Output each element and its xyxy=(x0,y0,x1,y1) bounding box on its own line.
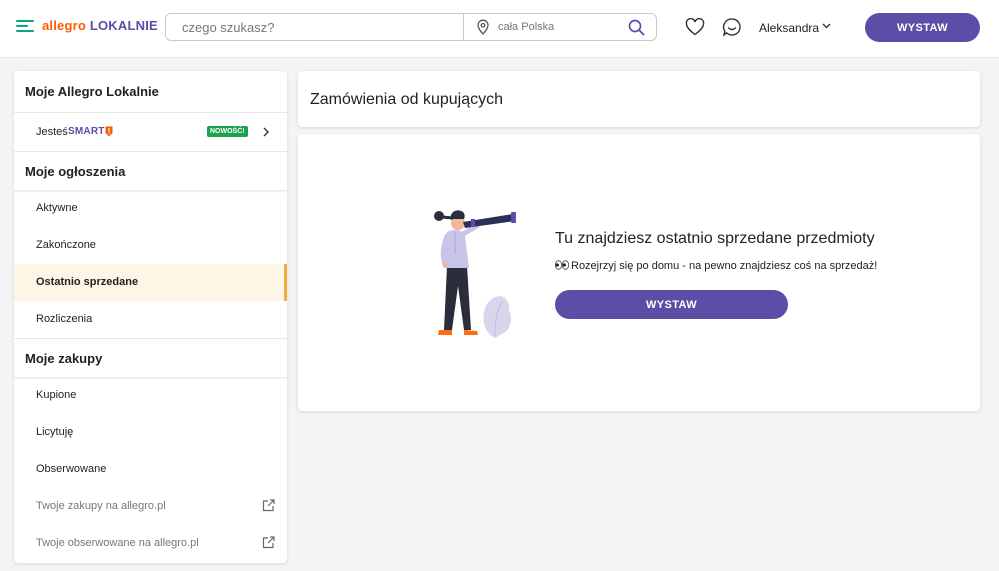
user-menu[interactable]: Aleksandra xyxy=(759,21,819,35)
sidebar-item-allegro-watched[interactable]: Twoje obserwowane na allegro.pl xyxy=(14,525,287,562)
section-title-my-purchases: Moje zakupy xyxy=(25,351,103,366)
message-icon[interactable] xyxy=(722,17,742,37)
sidebar-item-recently-sold[interactable]: Ostatnio sprzedane xyxy=(14,264,287,301)
external-link-icon xyxy=(262,536,275,549)
location-field[interactable]: cała Polska xyxy=(498,21,554,33)
page-title: Zamówienia od kupujących xyxy=(310,91,503,108)
external-link-icon xyxy=(262,499,275,512)
smart-brand: SMART xyxy=(68,126,105,137)
section-title-my-listings: Moje ogłoszenia xyxy=(25,164,126,179)
sidebar-title: Moje Allegro Lokalnie xyxy=(25,84,159,99)
sidebar-item-allegro-purchases[interactable]: Twoje zakupy na allegro.pl xyxy=(14,488,287,525)
sidebar-item-label: Twoje zakupy na allegro.pl xyxy=(36,500,166,512)
empty-state-title: Tu znajdziesz ostatnio sprzedane przedmi… xyxy=(555,230,875,247)
search-input[interactable] xyxy=(166,14,463,40)
sidebar-item-bidding[interactable]: Licytuję xyxy=(14,414,287,451)
sidebar-item-watched[interactable]: Obserwowane xyxy=(14,451,287,488)
header-add-listing-button[interactable]: WYSTAW xyxy=(865,13,980,42)
chevron-right-icon xyxy=(263,127,269,137)
sidebar-item-label: Ostatnio sprzedane xyxy=(36,276,139,288)
heart-icon[interactable] xyxy=(685,18,705,36)
sidebar-item-label: Aktywne xyxy=(36,202,78,214)
logo[interactable]: allegro LOKALNIE xyxy=(42,18,158,33)
smart-prefix: Jesteś xyxy=(36,126,68,138)
add-listing-button[interactable]: WYSTAW xyxy=(555,290,788,319)
sidebar-item-label: Twoje obserwowane na allegro.pl xyxy=(36,537,199,549)
sidebar-item-finished[interactable]: Zakończone xyxy=(14,227,287,264)
divider xyxy=(14,338,287,339)
chevron-down-icon[interactable] xyxy=(822,23,831,29)
smart-badge-icon xyxy=(105,126,113,137)
woman-with-telescope-illustration xyxy=(434,210,516,338)
sidebar-item-label: Zakończone xyxy=(36,239,96,251)
smart-promo-row[interactable]: Jesteś SMART NOWOŚĆ! xyxy=(14,113,287,151)
sidebar-item-settlements[interactable]: Rozliczenia xyxy=(14,301,287,338)
menu-icon[interactable] xyxy=(16,18,34,34)
search-bar: cała Polska xyxy=(165,13,657,41)
active-indicator xyxy=(284,264,287,301)
sidebar-item-label: Kupione xyxy=(36,389,77,401)
sidebar-item-label: Licytuję xyxy=(36,426,74,438)
empty-state-subtitle: Rozejrzyj się po domu - na pewno znajdzi… xyxy=(571,260,878,272)
eyes-icon xyxy=(555,260,569,270)
search-icon[interactable] xyxy=(628,19,645,36)
search-divider xyxy=(463,14,464,40)
location-pin-icon xyxy=(477,19,489,35)
new-badge: NOWOŚĆ! xyxy=(207,126,248,137)
sidebar: Moje Allegro Lokalnie Jesteś SMART NOWOŚ… xyxy=(14,71,287,563)
sidebar-item-bought[interactable]: Kupione xyxy=(14,377,287,414)
sidebar-item-label: Rozliczenia xyxy=(36,313,93,325)
sidebar-item-label: Obserwowane xyxy=(36,463,107,475)
empty-state-subtitle-row: Rozejrzyj się po domu - na pewno znajdzi… xyxy=(555,260,877,272)
empty-state-card: Tu znajdziesz ostatnio sprzedane przedmi… xyxy=(298,134,980,411)
divider xyxy=(14,151,287,152)
top-header: allegro LOKALNIE cała Polska Aleksandra … xyxy=(0,0,999,58)
logo-lokalnie: LOKALNIE xyxy=(89,18,158,33)
page-header-card: Zamówienia od kupujących xyxy=(298,71,980,127)
sidebar-item-active[interactable]: Aktywne xyxy=(14,190,287,227)
logo-allegro: allegro xyxy=(42,18,87,33)
